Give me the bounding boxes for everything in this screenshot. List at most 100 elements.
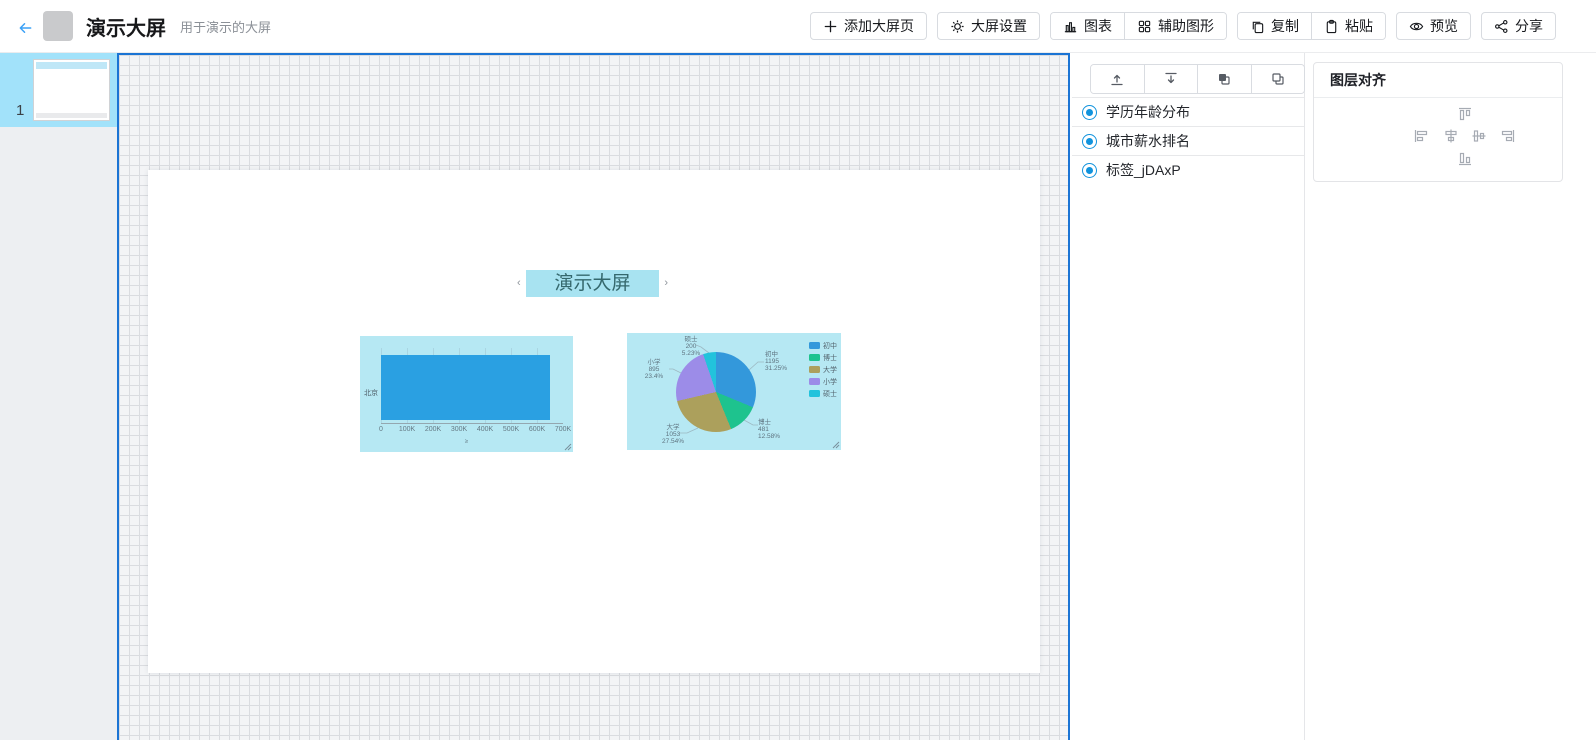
layers-panel: 学历年龄分布 城市薪水排名 标签_jDAxP	[1072, 53, 1305, 740]
align-vertical-middle-button[interactable]	[1469, 126, 1489, 146]
gear-icon	[950, 19, 965, 34]
align-buttons	[1314, 98, 1562, 181]
pie-legend-item[interactable]: 博士	[809, 354, 837, 362]
align-bottom-icon	[1457, 151, 1473, 167]
page-title: 演示大屏	[86, 12, 166, 41]
clipboard-button-group: 复制 粘贴	[1237, 12, 1386, 40]
canvas-grid: ‹ 演示大屏 › 北京 0100K200K300K400K500K600K700…	[117, 53, 1070, 740]
bar-category-label: 北京	[364, 388, 378, 398]
bar-plot-area	[381, 348, 563, 424]
aux-shape-button[interactable]: 辅助图形	[1125, 13, 1226, 39]
share-nodes-icon	[1494, 19, 1509, 34]
copy-button[interactable]: 复制	[1238, 13, 1311, 39]
layer-label: 学历年龄分布	[1106, 102, 1190, 122]
title-label-widget[interactable]: ‹ 演示大屏 ›	[526, 270, 659, 297]
pie-legend-item[interactable]: 小学	[809, 378, 837, 386]
back-button[interactable]	[10, 11, 40, 41]
pie-legend-item[interactable]: 初中	[809, 342, 837, 350]
bar-chart-icon	[1063, 19, 1078, 34]
page-number: 1	[16, 102, 24, 119]
bar-xaxis-tick: 500K	[503, 426, 519, 433]
bring-forward-button[interactable]	[1198, 65, 1251, 93]
pages-sidebar: 1	[0, 53, 117, 740]
bring-forward-icon	[1216, 71, 1232, 87]
bar-xaxis-tick: 0	[379, 426, 383, 433]
legend-chip	[809, 390, 820, 397]
layer-visibility-radio[interactable]	[1082, 134, 1097, 149]
bar-xaxis-tick: 300K	[451, 426, 467, 433]
page-list-item-selected[interactable]: 1	[0, 53, 117, 127]
resize-handle-right[interactable]: ›	[664, 270, 668, 297]
bar-axis-hint: ≥	[360, 439, 573, 445]
layer-visibility-radio[interactable]	[1082, 163, 1097, 178]
legend-chip	[809, 354, 820, 361]
toolbar-left: 演示大屏 用于演示的大屏	[0, 0, 271, 52]
layer-toolbar	[1090, 64, 1305, 94]
move-to-top-button[interactable]	[1091, 65, 1144, 93]
bar-series	[381, 355, 550, 420]
pie-label: 小学89523.4%	[634, 359, 674, 380]
top-toolbar: 演示大屏 用于演示的大屏 添加大屏页 大屏设置	[0, 0, 1596, 53]
align-horizontal-center-button[interactable]	[1441, 126, 1461, 146]
align-top-button[interactable]	[1455, 104, 1475, 124]
page-thumbnail	[33, 59, 110, 121]
pie-label: 博士48112.58%	[758, 419, 780, 440]
screen-cover-thumbnail	[43, 11, 73, 41]
layer-label: 标签_jDAxP	[1106, 160, 1181, 180]
preview-button[interactable]: 预览	[1396, 12, 1471, 40]
resize-handle[interactable]	[832, 441, 840, 449]
move-to-bottom-button[interactable]	[1145, 65, 1198, 93]
pie-legend-item[interactable]: 大学	[809, 366, 837, 374]
legend-label: 大学	[823, 365, 837, 375]
align-right-icon	[1500, 128, 1516, 144]
layer-item[interactable]: 标签_jDAxP	[1072, 155, 1304, 184]
legend-label: 博士	[823, 353, 837, 363]
bar-xaxis-tick: 400K	[477, 426, 493, 433]
share-button[interactable]: 分享	[1481, 12, 1556, 40]
pie-legend-item[interactable]: 硕士	[809, 390, 837, 398]
align-left-button[interactable]	[1411, 126, 1431, 146]
layer-item[interactable]: 城市薪水排名	[1072, 126, 1304, 155]
legend-label: 硕士	[823, 389, 837, 399]
bar-xaxis-ticks: 0100K200K300K400K500K600K700K	[360, 426, 573, 436]
copy-icon	[1250, 19, 1265, 34]
resize-handle-left[interactable]: ‹	[517, 270, 521, 297]
align-bottom-button[interactable]	[1455, 149, 1475, 169]
chart-button[interactable]: 图表	[1051, 13, 1124, 39]
align-horizontal-center-icon	[1443, 128, 1459, 144]
add-page-button[interactable]: 添加大屏页	[810, 12, 927, 40]
back-arrow-icon	[18, 19, 33, 34]
align-vertical-middle-icon	[1471, 128, 1487, 144]
align-right-button[interactable]	[1498, 126, 1518, 146]
move-to-top-icon	[1109, 71, 1125, 87]
bar-xaxis-tick: 700K	[555, 426, 571, 433]
move-to-bottom-icon	[1163, 71, 1179, 87]
layer-align-panel: 图层对齐	[1313, 62, 1563, 182]
legend-label: 小学	[823, 377, 837, 387]
page-subtitle: 用于演示的大屏	[180, 17, 271, 36]
bar-xaxis-tick: 600K	[529, 426, 545, 433]
layer-list: 学历年龄分布 城市薪水排名 标签_jDAxP	[1072, 97, 1304, 184]
legend-label: 初中	[823, 341, 837, 351]
title-label-text: 演示大屏	[554, 273, 630, 294]
send-backward-button[interactable]	[1252, 65, 1305, 93]
bar-chart-widget[interactable]: 北京 0100K200K300K400K500K600K700K ≥	[360, 336, 573, 452]
paste-button[interactable]: 粘贴	[1312, 13, 1385, 39]
pie-legend: 初中博士大学小学硕士	[809, 342, 837, 402]
resize-handle[interactable]	[564, 443, 572, 451]
layer-visibility-radio[interactable]	[1082, 105, 1097, 120]
eye-icon	[1409, 19, 1424, 34]
grid-shapes-icon	[1137, 19, 1152, 34]
layer-label: 城市薪水排名	[1106, 131, 1190, 151]
legend-chip	[809, 342, 820, 349]
bar-xaxis-tick: 100K	[399, 426, 415, 433]
layer-item[interactable]: 学历年龄分布	[1072, 97, 1304, 126]
align-top-icon	[1457, 106, 1473, 122]
pie-label: 硕士2005.23%	[676, 336, 706, 357]
clipboard-icon	[1324, 19, 1339, 34]
plus-icon	[823, 19, 838, 34]
screen-settings-button[interactable]: 大屏设置	[937, 12, 1040, 40]
toolbar-right: 添加大屏页 大屏设置 图表	[810, 12, 1596, 40]
pie-chart-widget[interactable]: 初中119531.25% 博士48112.58% 大学105327.54% 小学…	[627, 333, 841, 450]
align-panel-title: 图层对齐	[1314, 63, 1562, 98]
